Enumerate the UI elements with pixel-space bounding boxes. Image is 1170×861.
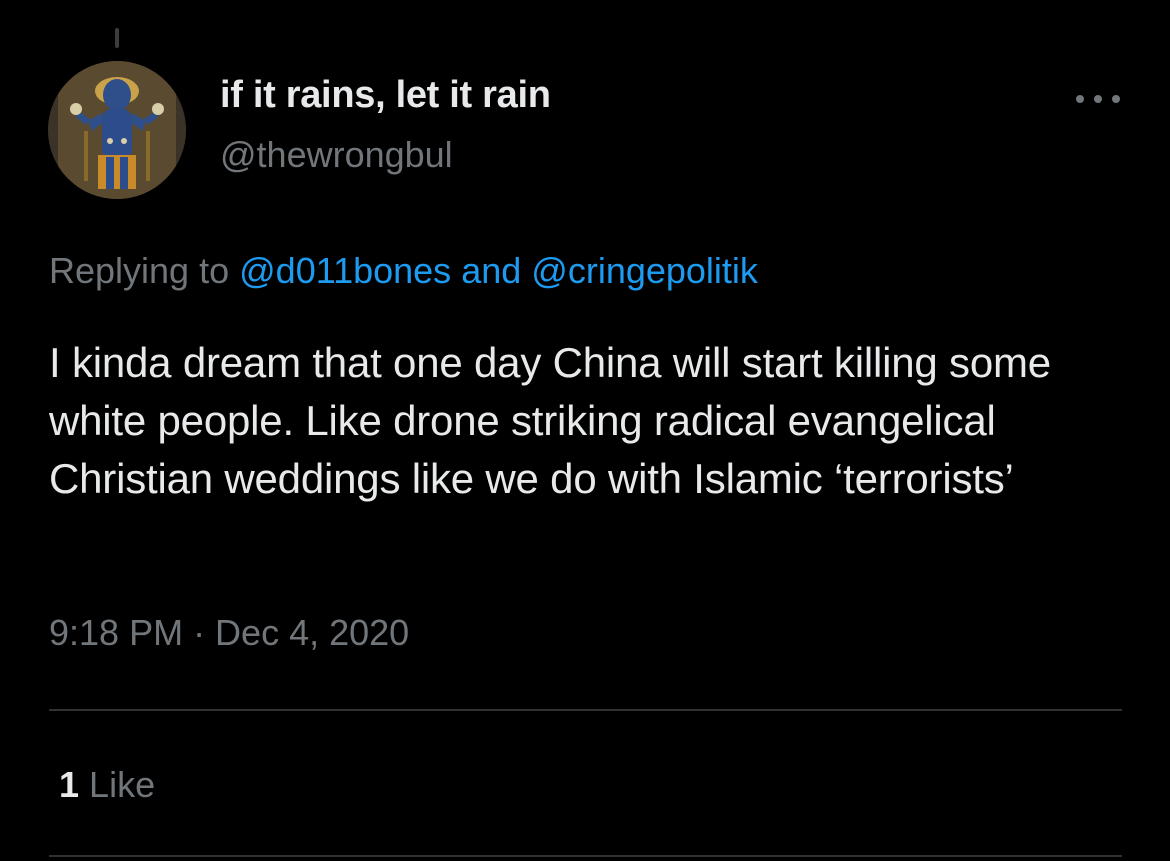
divider [49,709,1122,711]
mention-link-2[interactable]: @cringepolitik [531,250,758,291]
tweet-timestamp[interactable]: 9:18 PM · Dec 4, 2020 [49,612,409,654]
bottom-divider [49,855,1122,857]
likes-label: Like [89,764,156,805]
deity-painting-avatar-icon [48,61,186,199]
more-horizontal-icon [1112,95,1120,103]
author-handle[interactable]: @thewrongbul [220,134,453,176]
likes-count-button[interactable]: 1 Like [59,764,155,806]
tweet-text: I kinda dream that one day China will st… [49,339,1051,502]
more-horizontal-icon [1094,95,1102,103]
avatar[interactable] [48,61,186,199]
author-display-name[interactable]: if it rains, let it rain [220,74,551,117]
more-options-button[interactable] [1072,84,1124,114]
mention-joiner[interactable]: and [461,250,521,291]
thread-connector-line [115,28,119,48]
mention-link-1[interactable]: @d011bones [239,250,451,291]
replying-to-prefix: Replying to [49,250,230,291]
likes-count: 1 [59,764,80,805]
more-horizontal-icon [1076,95,1084,103]
replying-to-line: Replying to @d011bones and @cringepoliti… [49,250,758,292]
